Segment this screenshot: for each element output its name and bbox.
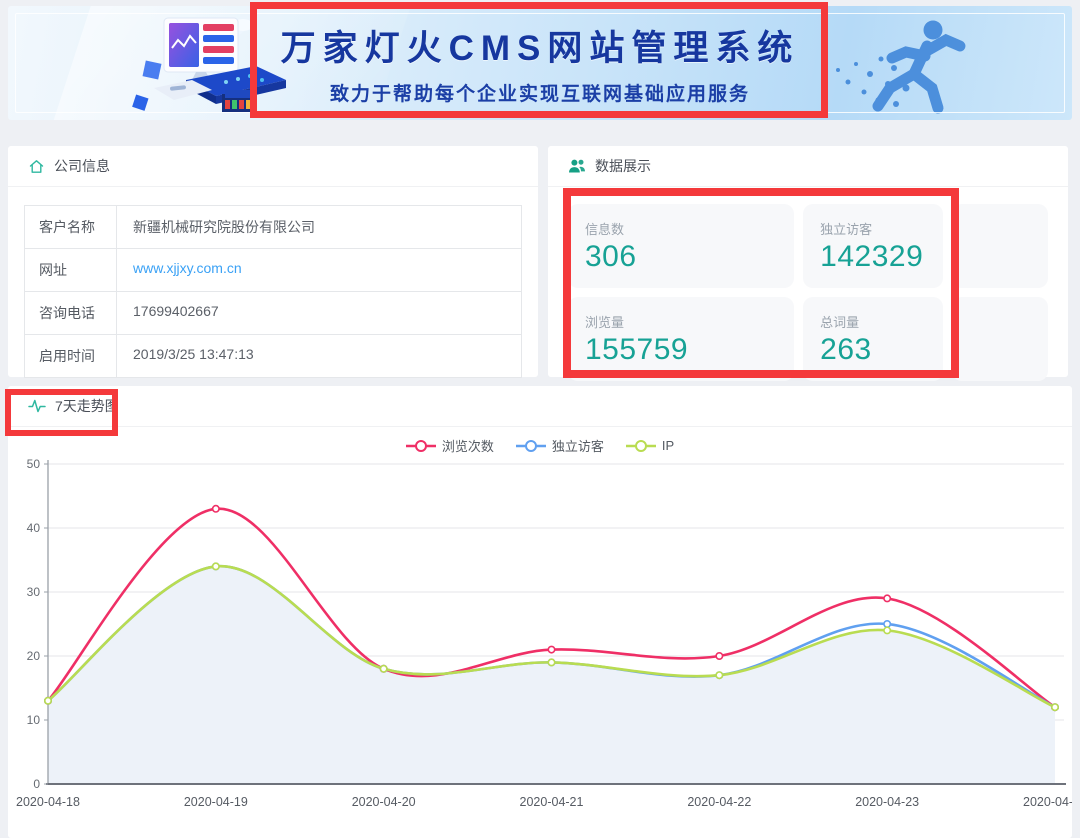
banner-computer-illustration-icon bbox=[126, 10, 286, 120]
stat-label: 信息数 bbox=[585, 219, 794, 235]
dashboard-page: 万家灯火CMS网站管理系统 致力于帮助每个企业实现互联网基础应用服务 bbox=[0, 0, 1080, 838]
company-row-value: 2019/3/25 13:47:13 bbox=[117, 335, 521, 377]
stat-label: 独立访客 bbox=[820, 219, 943, 235]
data-point-IP bbox=[716, 672, 722, 678]
legend-item-浏览次数[interactable]: 浏览次数 bbox=[406, 436, 494, 455]
chart-legend: 浏览次数 独立访客 IP bbox=[8, 436, 1072, 455]
company-info-row: 启用时间2019/3/25 13:47:13 bbox=[25, 334, 521, 377]
data-point-浏览次数 bbox=[548, 646, 554, 652]
legend-marker-icon bbox=[626, 439, 656, 453]
data-point-IP bbox=[548, 659, 554, 665]
pulse-icon bbox=[28, 398, 46, 414]
home-icon bbox=[28, 158, 45, 175]
stat-label: 浏览量 bbox=[585, 312, 794, 328]
stat-value: 306 bbox=[585, 240, 794, 274]
company-row-label: 启用时间 bbox=[25, 335, 117, 377]
stat-card: 信息数 306 bbox=[568, 204, 794, 288]
y-axis-tick-label: 30 bbox=[27, 585, 41, 599]
banner-subtitle: 致力于帮助每个企业实现互联网基础应用服务 bbox=[330, 79, 750, 106]
legend-label: 浏览次数 bbox=[442, 436, 494, 455]
company-website-link[interactable]: www.xjjxy.com.cn bbox=[117, 249, 521, 291]
company-row-label: 咨询电话 bbox=[25, 292, 117, 334]
stat-card-empty bbox=[952, 297, 1048, 381]
stat-value: 155759 bbox=[585, 333, 794, 367]
x-axis-tick-label: 2020-04-21 bbox=[520, 795, 584, 809]
stat-label bbox=[969, 312, 1048, 328]
legend-item-独立访客[interactable]: 独立访客 bbox=[516, 436, 604, 455]
data-point-IP bbox=[213, 563, 219, 569]
y-axis-tick-label: 50 bbox=[27, 457, 41, 471]
stat-label: 总词量 bbox=[820, 312, 943, 328]
x-axis-tick-label: 2020-04-19 bbox=[184, 795, 248, 809]
stat-card: 独立访客 142329 bbox=[803, 204, 943, 288]
data-display-title: 数据展示 bbox=[595, 156, 651, 176]
company-info-row: 咨询电话17699402667 bbox=[25, 291, 521, 334]
legend-item-IP[interactable]: IP bbox=[626, 436, 674, 455]
data-point-IP bbox=[1052, 704, 1058, 710]
data-point-IP bbox=[884, 627, 890, 633]
y-axis-tick-label: 0 bbox=[33, 777, 40, 791]
company-row-value: 新疆机械研究院股份有限公司 bbox=[117, 206, 521, 248]
data-point-IP bbox=[380, 666, 386, 672]
trend-header: 7天走势图 bbox=[8, 386, 1072, 427]
data-point-IP bbox=[45, 698, 51, 704]
legend-marker-icon bbox=[516, 439, 546, 453]
stat-value: 142329 bbox=[820, 240, 943, 274]
users-icon bbox=[568, 158, 586, 174]
legend-marker-icon bbox=[406, 439, 436, 453]
company-info-title: 公司信息 bbox=[54, 156, 110, 176]
legend-label: IP bbox=[662, 438, 674, 453]
data-point-浏览次数 bbox=[716, 653, 722, 659]
x-axis-tick-label: 2020-04-23 bbox=[855, 795, 919, 809]
stat-value: 263 bbox=[820, 333, 943, 367]
legend-label: 独立访客 bbox=[552, 436, 604, 455]
company-row-label: 网址 bbox=[25, 249, 117, 291]
x-axis-tick-label: 2020-04-20 bbox=[352, 795, 416, 809]
data-display-header: 数据展示 bbox=[548, 146, 1068, 187]
stat-card: 总词量 263 bbox=[803, 297, 943, 381]
banner-runner-illustration-icon bbox=[826, 12, 1016, 120]
data-point-浏览次数 bbox=[884, 595, 890, 601]
trend-panel: 7天走势图 浏览次数 独立访客 IP 0 10 20 30 40 50 2020-04-18 20… bbox=[8, 386, 1072, 838]
banner-text-block: 万家灯火CMS网站管理系统 致力于帮助每个企业实现互联网基础应用服务 bbox=[278, 6, 802, 120]
y-axis-tick-label: 10 bbox=[27, 713, 41, 727]
x-axis-tick-label: 2020-04-22 bbox=[687, 795, 751, 809]
x-axis-tick-label: 2020-04-24 bbox=[1023, 795, 1072, 809]
stat-card-empty bbox=[952, 204, 1048, 288]
company-info-table: 客户名称新疆机械研究院股份有限公司网址www.xjjxy.com.cn咨询电话1… bbox=[24, 205, 522, 378]
stat-label bbox=[969, 219, 1048, 235]
banner-title: 万家灯火CMS网站管理系统 bbox=[281, 20, 800, 71]
banner: 万家灯火CMS网站管理系统 致力于帮助每个企业实现互联网基础应用服务 bbox=[8, 6, 1072, 120]
x-axis-tick-label: 2020-04-18 bbox=[16, 795, 80, 809]
y-axis-tick-label: 40 bbox=[27, 521, 41, 535]
data-display-panel: 数据展示 信息数 306 独立访客 142329 浏览量 155759 总词量 263 bbox=[548, 146, 1068, 377]
company-row-value: 17699402667 bbox=[117, 292, 521, 334]
trend-title: 7天走势图 bbox=[55, 396, 119, 416]
trend-chart-canvas[interactable]: 0 10 20 30 40 50 2020-04-18 2020-04-19 2020-04-2… bbox=[8, 456, 1072, 838]
y-axis-tick-label: 20 bbox=[27, 649, 41, 663]
company-info-row: 客户名称新疆机械研究院股份有限公司 bbox=[25, 206, 521, 248]
data-point-浏览次数 bbox=[213, 506, 219, 512]
area-fill-IP bbox=[48, 566, 1055, 784]
data-point-独立访客 bbox=[884, 621, 890, 627]
company-info-panel: 公司信息 客户名称新疆机械研究院股份有限公司网址www.xjjxy.com.cn… bbox=[8, 146, 538, 377]
company-info-header: 公司信息 bbox=[8, 146, 538, 187]
company-info-row: 网址www.xjjxy.com.cn bbox=[25, 248, 521, 291]
company-row-label: 客户名称 bbox=[25, 206, 117, 248]
stat-card: 浏览量 155759 bbox=[568, 297, 794, 381]
stats-grid: 信息数 306 独立访客 142329 浏览量 155759 总词量 263 bbox=[548, 187, 1068, 381]
